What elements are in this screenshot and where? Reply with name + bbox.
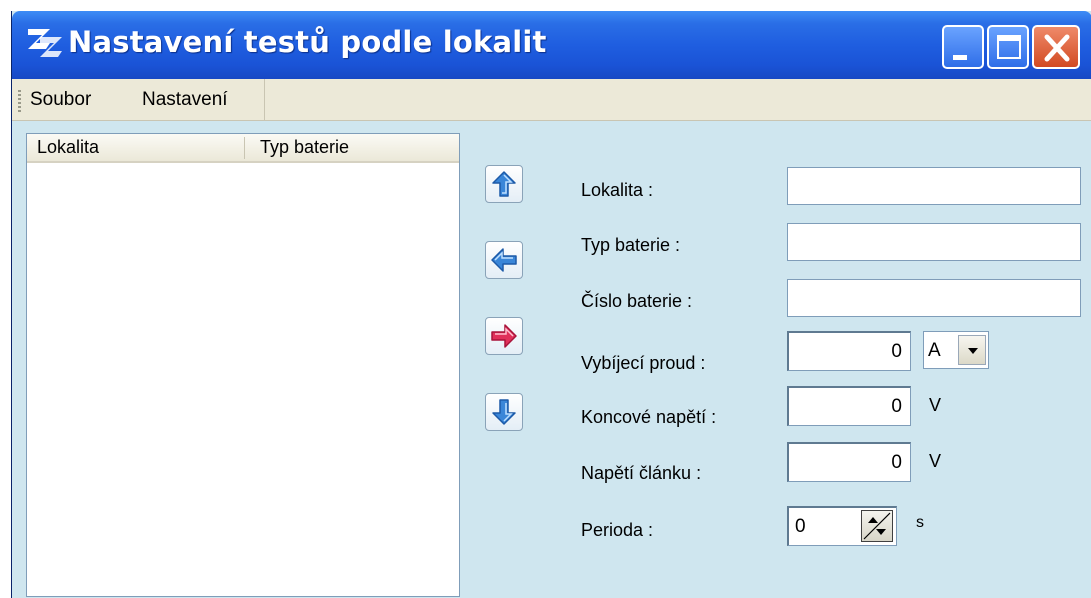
menu-separator	[264, 79, 265, 121]
label-napeti-clanku: Napětí článku :	[581, 463, 702, 483]
close-icon	[1044, 34, 1070, 62]
napeti-clanku-input[interactable]	[787, 442, 911, 482]
unit-napeti-clanku: V	[929, 451, 942, 471]
maximize-icon	[997, 35, 1021, 59]
arrow-down-icon	[492, 399, 516, 425]
perioda-spin-buttons[interactable]	[861, 510, 893, 542]
app-window: Nastavení testů podle lokalit Soubor Nas…	[11, 11, 1091, 598]
minimize-icon	[953, 55, 967, 60]
lokalita-list[interactable]: Lokalita Typ baterie	[26, 133, 460, 597]
label-typ-baterie: Typ baterie :	[581, 235, 681, 255]
column-header-lokalita[interactable]: Lokalita	[37, 137, 99, 158]
maximize-button[interactable]	[987, 25, 1029, 69]
menu-soubor[interactable]: Soubor	[30, 89, 91, 111]
window-title: Nastavení testů podle lokalit	[68, 25, 547, 59]
perioda-spinbox[interactable]: 0	[787, 506, 897, 546]
vybijeci-proud-input[interactable]	[787, 331, 911, 371]
move-right-button[interactable]	[485, 317, 523, 355]
arrow-right-icon	[491, 324, 517, 348]
arrow-up-icon	[492, 171, 516, 197]
current-unit-select[interactable]: A	[923, 331, 989, 369]
move-left-button[interactable]	[485, 241, 523, 279]
perioda-value[interactable]: 0	[795, 516, 806, 538]
cislo-baterie-input[interactable]	[787, 279, 1081, 317]
column-header-typ-baterie[interactable]: Typ baterie	[260, 137, 349, 158]
menu-bar: Soubor Nastavení	[12, 79, 1091, 121]
typ-baterie-input[interactable]	[787, 223, 1081, 261]
label-cislo-baterie: Číslo baterie :	[581, 291, 693, 311]
unit-perioda: s	[916, 514, 924, 531]
chevron-down-icon	[968, 348, 978, 354]
koncove-napeti-input[interactable]	[787, 386, 911, 426]
dropdown-button[interactable]	[958, 335, 986, 365]
arrow-left-icon	[491, 248, 517, 272]
minimize-button[interactable]	[942, 25, 984, 69]
move-up-button[interactable]	[485, 165, 523, 203]
column-divider[interactable]	[244, 137, 245, 159]
current-unit-value: A	[928, 340, 941, 361]
label-perioda: Perioda :	[581, 520, 654, 540]
list-header: Lokalita Typ baterie	[27, 134, 459, 163]
label-koncove-napeti: Koncové napětí :	[581, 407, 717, 427]
title-bar[interactable]: Nastavení testů podle lokalit	[12, 11, 1091, 79]
spin-up-down-icon	[863, 512, 891, 540]
unit-koncove-napeti: V	[929, 395, 942, 415]
label-lokalita: Lokalita :	[581, 180, 654, 200]
label-vybijeci-proud: Vybíjecí proud :	[581, 353, 706, 373]
menu-nastaveni[interactable]: Nastavení	[142, 89, 228, 111]
close-button[interactable]	[1032, 25, 1080, 69]
app-logo-icon	[28, 29, 62, 57]
move-down-button[interactable]	[485, 393, 523, 431]
lokalita-input[interactable]	[787, 167, 1081, 205]
menu-grip[interactable]	[18, 90, 21, 112]
